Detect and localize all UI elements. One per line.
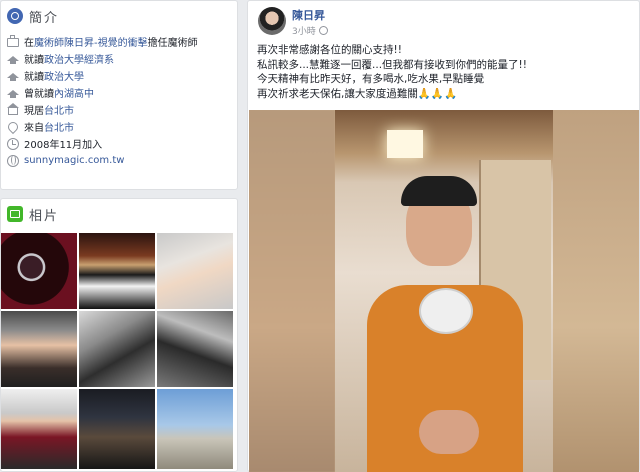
website-link[interactable]: sunnymagic.com.tw	[24, 155, 124, 166]
photo-thumbnail[interactable]	[1, 311, 77, 387]
intro-item-prefix: 就讀	[24, 72, 44, 83]
current-city-link[interactable]: 台北市	[44, 106, 74, 117]
hometown-link[interactable]: 台北市	[44, 123, 74, 134]
intro-globe-icon	[7, 8, 23, 24]
photo-thumbnail[interactable]	[1, 233, 77, 309]
education-link[interactable]: 政治大學經濟系	[44, 55, 114, 66]
intro-item-prefix: 在	[24, 38, 34, 49]
avatar[interactable]	[258, 7, 286, 35]
post-line: 再次祈求老天保佑,讓大家度過難關🙏🙏🙏	[257, 87, 458, 100]
photo-thumbnail[interactable]	[157, 311, 233, 387]
intro-list: 在魔術師陳日昇-視覺的衝擊擔任魔術師 就讀政治大學經濟系 就讀政治大學 曾就讀內…	[1, 33, 237, 169]
person-cap	[401, 176, 477, 206]
intro-item-prefix: 就讀	[24, 55, 44, 66]
person-hands	[419, 410, 479, 454]
post-line: 私訊較多...慧難逐一回覆...但我都有接收到你們的能量了!!	[257, 58, 527, 71]
post-card: 陳日昇 3小時 再次非常感謝各位的關心支持!! 私訊較多...慧難逐一回覆...…	[247, 0, 640, 472]
intro-title: 簡介	[29, 10, 60, 26]
photos-icon	[7, 206, 23, 222]
post-video[interactable]	[249, 110, 639, 472]
intro-card: 簡介 在魔術師陳日昇-視覺的衝擊擔任魔術師 就讀政治大學經濟系 就讀政治大學 曾…	[0, 0, 238, 190]
photo-thumbnail[interactable]	[79, 233, 155, 309]
face-mask	[419, 288, 473, 334]
photos-card: 相片	[0, 198, 238, 472]
photos-title: 相片	[29, 208, 60, 224]
graduation-cap-icon	[7, 87, 19, 99]
graduation-cap-icon	[7, 53, 19, 65]
intro-item-joined: 2008年11月加入	[7, 135, 237, 152]
post-author-block: 陳日昇 3小時	[292, 7, 328, 37]
photos-header: 相片	[1, 199, 237, 229]
photo-thumbnail[interactable]	[157, 389, 233, 469]
location-pin-icon	[5, 119, 21, 134]
globe-icon	[7, 154, 19, 167]
photo-thumbnail[interactable]	[79, 311, 155, 387]
home-icon	[7, 103, 19, 116]
intro-item-prefix: 曾就讀	[24, 89, 54, 100]
post-timestamp[interactable]: 3小時	[292, 24, 316, 37]
intro-item-education-3: 曾就讀內湖高中	[7, 84, 237, 101]
ceiling-lamp	[387, 130, 423, 158]
photo-thumbnail[interactable]	[157, 233, 233, 309]
briefcase-icon	[7, 35, 19, 48]
intro-item-education-1: 就讀政治大學經濟系	[7, 50, 237, 67]
intro-item-current-city: 現居台北市	[7, 101, 237, 118]
photo-thumbnail[interactable]	[1, 389, 77, 469]
graduation-cap-icon	[7, 70, 19, 82]
video-blur-left	[249, 110, 335, 472]
post-line: 今天精神有比昨天好，有多喝水,吃水果,早點睡覺	[257, 73, 485, 85]
post-author-name[interactable]: 陳日昇	[292, 7, 328, 23]
intro-item-website: sunnymagic.com.tw	[7, 152, 237, 169]
joined-date: 2008年11月加入	[24, 140, 103, 151]
intro-item-hometown: 來自台北市	[5, 118, 237, 135]
education-link[interactable]: 政治大學	[44, 72, 84, 83]
post-line: 再次非常感謝各位的關心支持!!	[257, 44, 402, 56]
video-blur-right	[553, 110, 639, 472]
education-link[interactable]: 內湖高中	[54, 89, 94, 100]
intro-item-suffix: 擔任魔術師	[147, 38, 198, 49]
intro-item-prefix: 現居	[24, 106, 44, 117]
clock-icon	[7, 137, 19, 150]
work-link[interactable]: 魔術師陳日昇-視覺的衝擊	[34, 38, 148, 49]
post-header: 陳日昇 3小時	[258, 7, 328, 37]
photo-thumbnail[interactable]	[79, 389, 155, 469]
intro-item-education-2: 就讀政治大學	[7, 67, 237, 84]
post-time-row: 3小時	[292, 24, 328, 37]
intro-header: 簡介	[1, 1, 237, 31]
post-text: 再次非常感謝各位的關心支持!! 私訊較多...慧難逐一回覆...但我都有接收到你…	[257, 43, 632, 101]
intro-item-work: 在魔術師陳日昇-視覺的衝擊擔任魔術師	[7, 33, 237, 50]
intro-item-prefix: 來自	[24, 123, 44, 134]
privacy-globe-icon	[318, 26, 328, 35]
